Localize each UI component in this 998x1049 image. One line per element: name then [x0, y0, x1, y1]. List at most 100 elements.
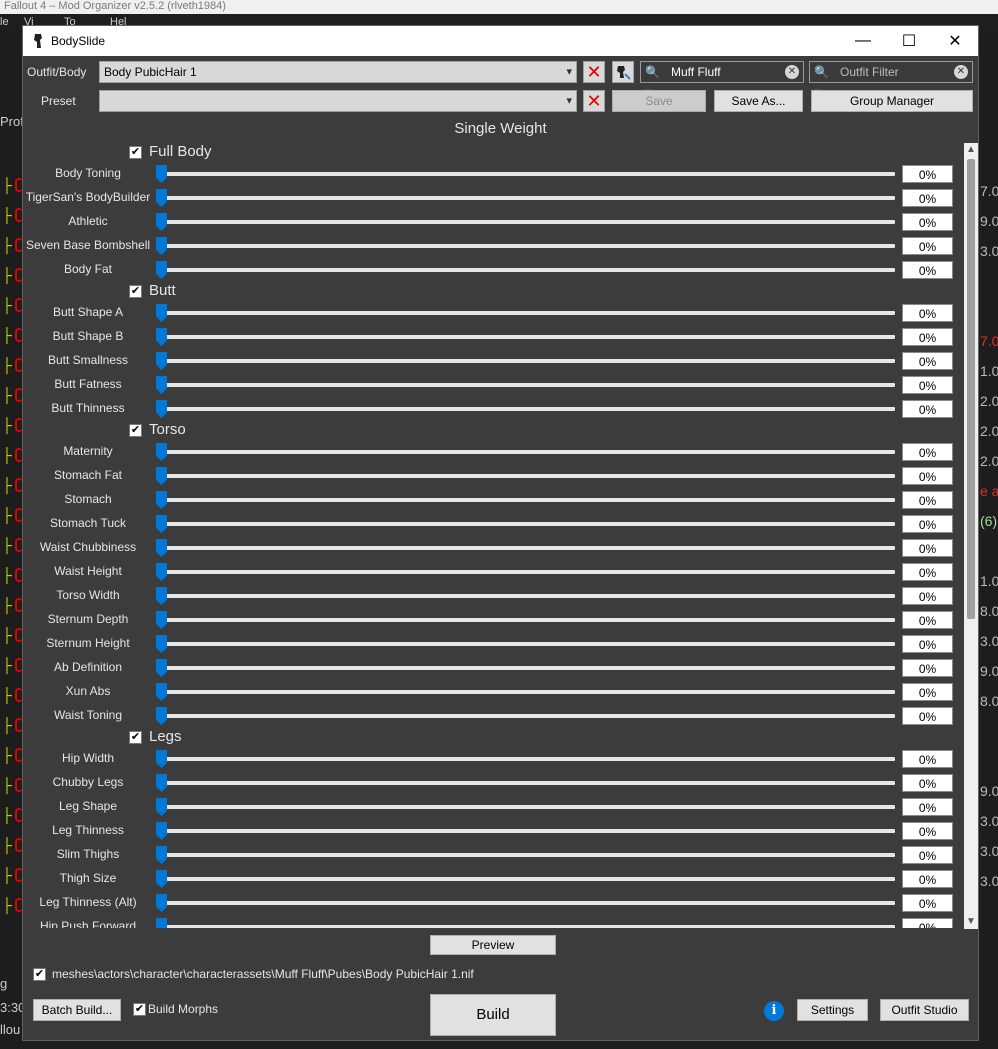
slider-track[interactable] [159, 570, 895, 574]
minimize-button[interactable]: — [840, 26, 886, 56]
slider-value-input[interactable]: 0% [902, 659, 953, 677]
slider-thumb[interactable] [156, 822, 167, 840]
build-button[interactable]: Build [430, 994, 556, 1036]
clear-outfit-button[interactable]: ✕ [583, 61, 605, 83]
close-button[interactable]: ✕ [932, 26, 978, 56]
slider-value-input[interactable]: 0% [902, 822, 953, 840]
info-icon[interactable]: i [764, 1001, 784, 1021]
outfit-studio-button[interactable]: Outfit Studio [880, 999, 969, 1021]
slider-value-input[interactable]: 0% [902, 491, 953, 509]
slider-value-input[interactable]: 0% [902, 563, 953, 581]
slider-thumb[interactable] [156, 491, 167, 509]
slider-thumb[interactable] [156, 846, 167, 864]
slider-track[interactable] [159, 383, 895, 387]
outfit-search-input[interactable]: Muff Fluff [671, 62, 721, 82]
scroll-up-icon[interactable]: ▲ [964, 143, 978, 157]
slider-thumb[interactable] [156, 400, 167, 418]
slider-track[interactable] [159, 407, 895, 411]
outfit-body-dropdown[interactable]: Body PubicHair 1 ▾ [99, 61, 577, 83]
slider-thumb[interactable] [156, 918, 167, 928]
slider-value-input[interactable]: 0% [902, 376, 953, 394]
slider-value-input[interactable]: 0% [902, 798, 953, 816]
settings-button[interactable]: Settings [797, 999, 868, 1021]
slider-value-input[interactable]: 0% [902, 683, 953, 701]
slider-thumb[interactable] [156, 237, 167, 255]
slider-track[interactable] [159, 498, 895, 502]
slider-value-input[interactable]: 0% [902, 237, 953, 255]
slider-track[interactable] [159, 853, 895, 857]
slider-thumb[interactable] [156, 774, 167, 792]
slider-thumb[interactable] [156, 467, 167, 485]
batch-build-button[interactable]: Batch Build... [33, 999, 121, 1021]
slider-thumb[interactable] [156, 707, 167, 725]
outfit-filter-box[interactable]: 🔍▾ Outfit Filter ✕ [809, 61, 973, 99]
group-checkbox[interactable]: ✔ [129, 285, 142, 298]
slider-thumb[interactable] [156, 189, 167, 207]
slider-value-input[interactable]: 0% [902, 165, 953, 183]
slider-value-input[interactable]: 0% [902, 846, 953, 864]
slider-value-input[interactable]: 0% [902, 707, 953, 725]
slider-thumb[interactable] [156, 563, 167, 581]
output-file-checkbox[interactable]: ✔ [33, 968, 46, 981]
slider-value-input[interactable]: 0% [902, 443, 953, 461]
slider-list-scrollbar[interactable]: ▲ ▼ [964, 143, 978, 929]
clear-preset-button[interactable]: ✕ [583, 90, 605, 112]
slider-track[interactable] [159, 666, 895, 670]
slider-value-input[interactable]: 0% [902, 467, 953, 485]
slider-track[interactable] [159, 546, 895, 550]
slider-thumb[interactable] [156, 798, 167, 816]
slider-thumb[interactable] [156, 539, 167, 557]
slider-track[interactable] [159, 522, 895, 526]
slider-track[interactable] [159, 925, 895, 928]
slider-thumb[interactable] [156, 659, 167, 677]
slider-value-input[interactable]: 0% [902, 328, 953, 346]
slider-track[interactable] [159, 172, 895, 176]
slider-value-input[interactable]: 0% [902, 894, 953, 912]
slider-thumb[interactable] [156, 352, 167, 370]
outfit-browse-button[interactable] [612, 61, 634, 83]
build-morphs-checkbox[interactable]: ✔ [133, 1003, 146, 1016]
slider-value-input[interactable]: 0% [902, 189, 953, 207]
slider-value-input[interactable]: 0% [902, 635, 953, 653]
window-titlebar[interactable]: BodySlide — ☐ ✕ [23, 26, 978, 56]
slider-thumb[interactable] [156, 328, 167, 346]
slider-value-input[interactable]: 0% [902, 304, 953, 322]
slider-value-input[interactable]: 0% [902, 539, 953, 557]
slider-track[interactable] [159, 474, 895, 478]
slider-track[interactable] [159, 244, 895, 248]
preview-button[interactable]: Preview [430, 935, 556, 955]
slider-value-input[interactable]: 0% [902, 213, 953, 231]
slider-track[interactable] [159, 901, 895, 905]
slider-thumb[interactable] [156, 894, 167, 912]
clear-filter-icon[interactable]: ✕ [954, 65, 968, 79]
slider-thumb[interactable] [156, 683, 167, 701]
slider-value-input[interactable]: 0% [902, 774, 953, 792]
maximize-button[interactable]: ☐ [886, 26, 932, 56]
slider-thumb[interactable] [156, 261, 167, 279]
outfit-filter-input[interactable]: Outfit Filter [840, 62, 899, 82]
group-checkbox[interactable]: ✔ [129, 424, 142, 437]
slider-track[interactable] [159, 781, 895, 785]
slider-track[interactable] [159, 268, 895, 272]
slider-value-input[interactable]: 0% [902, 611, 953, 629]
slider-value-input[interactable]: 0% [902, 261, 953, 279]
slider-track[interactable] [159, 829, 895, 833]
slider-track[interactable] [159, 805, 895, 809]
slider-value-input[interactable]: 0% [902, 587, 953, 605]
slider-thumb[interactable] [156, 213, 167, 231]
slider-track[interactable] [159, 450, 895, 454]
slider-thumb[interactable] [156, 611, 167, 629]
slider-thumb[interactable] [156, 515, 167, 533]
slider-thumb[interactable] [156, 870, 167, 888]
slider-track[interactable] [159, 690, 895, 694]
slider-track[interactable] [159, 311, 895, 315]
slider-value-input[interactable]: 0% [902, 918, 953, 928]
slider-track[interactable] [159, 642, 895, 646]
save-as-button[interactable]: Save As... [714, 90, 803, 112]
slider-track[interactable] [159, 335, 895, 339]
outfit-search-box[interactable]: 🔍▾ Muff Fluff ✕ [640, 61, 804, 99]
slider-value-input[interactable]: 0% [902, 352, 953, 370]
slider-value-input[interactable]: 0% [902, 400, 953, 418]
slider-track[interactable] [159, 877, 895, 881]
preset-dropdown[interactable]: ▾ [99, 90, 577, 112]
